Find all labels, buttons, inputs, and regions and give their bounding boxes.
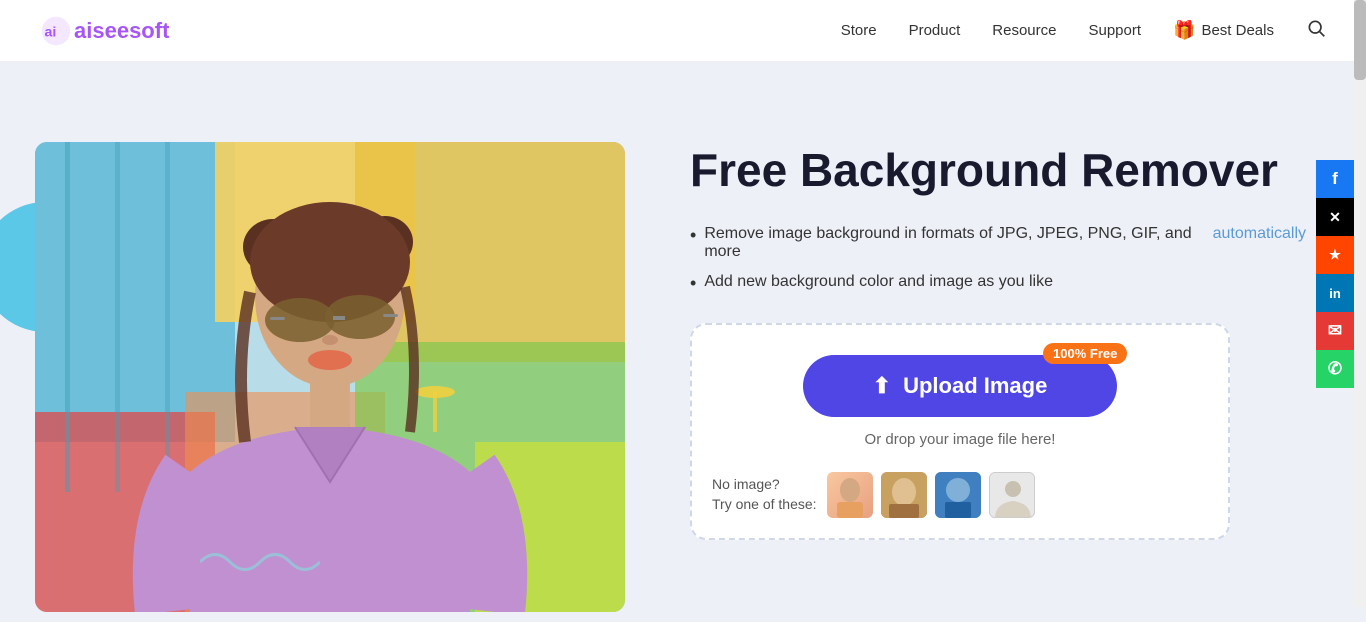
hero-photo (35, 142, 625, 612)
email-icon: ✉ (1328, 321, 1342, 341)
best-deals-icon: 🎁 (1173, 20, 1195, 41)
facebook-icon: f (1332, 169, 1338, 189)
main-nav: Store Product Resource Support 🎁 Best De… (841, 18, 1326, 43)
nav-best-deals[interactable]: 🎁 Best Deals (1173, 20, 1274, 41)
sample-thumb-3[interactable] (935, 472, 981, 518)
upload-image-button[interactable]: ⬆ Upload Image (803, 355, 1118, 417)
search-icon (1306, 18, 1326, 38)
drop-text: Or drop your image file here! (712, 431, 1208, 448)
no-image-text: No image? Try one of these: (712, 475, 817, 514)
search-button[interactable] (1306, 18, 1326, 43)
nav-support[interactable]: Support (1088, 22, 1141, 39)
header: ai aiseesoft Store Product Resource Supp… (0, 0, 1366, 62)
hero-content: Free Background Remover Remove image bac… (640, 144, 1306, 539)
feature-list: Remove image background in formats of JP… (690, 225, 1306, 295)
upload-icon: ⬆ (873, 373, 891, 399)
sample-images-row: No image? Try one of these: (712, 462, 1208, 518)
social-reddit-button[interactable]: ★ (1316, 236, 1354, 274)
social-whatsapp-button[interactable]: ✆ (1316, 350, 1354, 388)
linkedin-icon: in (1329, 286, 1341, 301)
sample-thumbs (827, 472, 1035, 518)
twitter-icon: ✕ (1329, 209, 1341, 226)
feature-item-1: Remove image background in formats of JP… (690, 225, 1306, 261)
hero-image-area (0, 102, 640, 582)
social-email-button[interactable]: ✉ (1316, 312, 1354, 350)
scrollbar[interactable] (1354, 0, 1366, 607)
svg-text:ai: ai (44, 24, 56, 40)
free-badge: 100% Free (1043, 343, 1127, 364)
sample-thumb-4[interactable] (989, 472, 1035, 518)
nav-resource[interactable]: Resource (992, 22, 1056, 39)
wave-decoration (200, 547, 320, 582)
social-linkedin-button[interactable]: in (1316, 274, 1354, 312)
sample-thumb-2[interactable] (881, 472, 927, 518)
wave-svg (200, 547, 320, 577)
logo-text: aiseesoft (74, 18, 169, 44)
logo-icon: ai (40, 15, 72, 47)
hero-title: Free Background Remover (690, 144, 1306, 197)
whatsapp-icon: ✆ (1328, 359, 1342, 379)
hero-photo-svg (35, 142, 625, 612)
social-twitter-button[interactable]: ✕ (1316, 198, 1354, 236)
social-sidebar: f ✕ ★ in ✉ ✆ (1316, 160, 1354, 388)
scrollbar-thumb[interactable] (1354, 0, 1366, 80)
upload-box: 100% Free ⬆ Upload Image Or drop your im… (690, 323, 1230, 540)
feature-item-2: Add new background color and image as yo… (690, 273, 1306, 295)
auto-link[interactable]: automatically (1213, 225, 1306, 243)
nav-store[interactable]: Store (841, 22, 877, 39)
logo[interactable]: ai aiseesoft (40, 15, 169, 47)
social-facebook-button[interactable]: f (1316, 160, 1354, 198)
upload-btn-wrapper: 100% Free ⬆ Upload Image (803, 355, 1118, 417)
reddit-icon: ★ (1329, 247, 1341, 263)
nav-product[interactable]: Product (909, 22, 961, 39)
hero-section: Free Background Remover Remove image bac… (0, 62, 1366, 622)
sample-thumb-1[interactable] (827, 472, 873, 518)
